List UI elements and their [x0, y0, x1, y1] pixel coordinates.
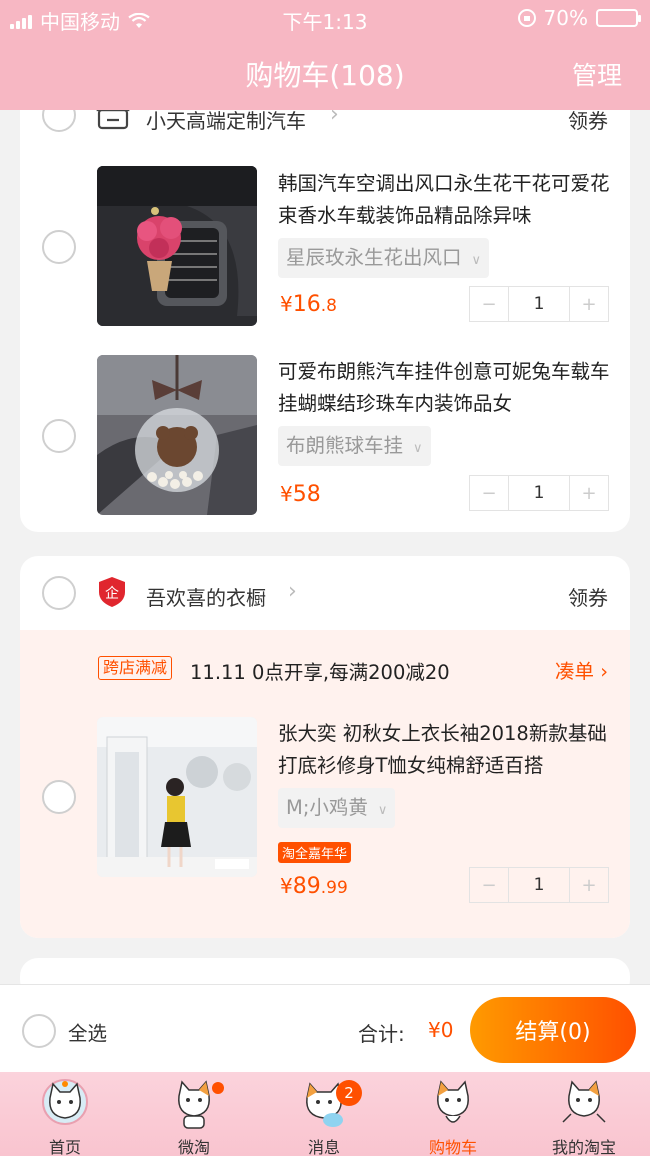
page-title: 购物车(108): [245, 59, 405, 92]
promo-text: 11.11 0点开享,每满200减20: [190, 661, 450, 684]
select-all-radio[interactable]: [22, 1014, 56, 1048]
tab-label: 首页: [48, 1138, 81, 1156]
price-decimal: .8: [320, 296, 337, 316]
item-select-radio[interactable]: [42, 780, 76, 814]
price-integer: 16: [292, 292, 321, 317]
price-integer: 89: [292, 874, 321, 899]
tab-label: 微淘: [177, 1138, 210, 1156]
status-right: 70%: [517, 6, 641, 30]
message-badge: 2: [336, 1080, 362, 1106]
price-currency: ¥: [280, 482, 293, 506]
item-select-radio[interactable]: [42, 419, 76, 453]
chevron-down-icon: ∨: [413, 441, 423, 456]
sku-label: 布朗熊球车挂: [286, 434, 404, 457]
cat-cart-icon: [428, 1076, 478, 1130]
tab-home[interactable]: 首页: [5, 1072, 125, 1156]
price-decimal: .99: [320, 878, 348, 898]
increase-button[interactable]: +: [570, 868, 608, 902]
add-items-link[interactable]: 凑单 ›: [555, 655, 608, 684]
store-select-radio[interactable]: [42, 576, 76, 610]
tab-label: 我的淘宝: [551, 1138, 616, 1156]
tab-weitao[interactable]: 微淘: [134, 1072, 254, 1156]
store-card: 小天高端定制汽车 › 领券 韩国汽车空调出风口永生花干花可爱花束香水车载装饰品精…: [20, 80, 630, 532]
tab-bar: 首页 微淘 2 消息 购物车 我的淘宝: [0, 1072, 650, 1156]
product-price: ¥58: [280, 482, 321, 507]
quantity-stepper: − 1 +: [469, 867, 609, 903]
sku-selector[interactable]: 星辰玫永生花出风口 ∨: [278, 238, 490, 278]
decrease-button[interactable]: −: [470, 476, 508, 510]
sku-selector[interactable]: 布朗熊球车挂 ∨: [278, 426, 431, 466]
status-bar: 中国移动 下午1:13 70%: [0, 0, 650, 36]
sku-label: 星辰玫永生花出风口: [286, 246, 462, 269]
promo-tag: 跨店满减: [98, 656, 173, 680]
enterprise-shield-icon: 企: [98, 576, 126, 608]
chevron-right-icon: ›: [288, 579, 297, 604]
notification-dot: [212, 1082, 224, 1094]
product-image[interactable]: [97, 717, 257, 877]
coupon-button[interactable]: 领券: [568, 582, 608, 611]
tab-cart[interactable]: 购物车: [393, 1072, 513, 1156]
battery-percent: 70%: [543, 6, 588, 30]
product-title[interactable]: 可爱布朗熊汽车挂件创意可妮兔车载车挂蝴蝶结珍珠车内装饰品女: [278, 356, 614, 420]
manage-button[interactable]: 管理: [572, 56, 622, 92]
quantity-stepper: − 1 +: [469, 286, 609, 322]
total-value: ¥0: [428, 1018, 454, 1042]
product-price: ¥16.8: [280, 292, 337, 317]
quantity-value[interactable]: 1: [508, 287, 570, 321]
quantity-stepper: − 1 +: [469, 475, 609, 511]
tab-label: 购物车: [428, 1138, 477, 1156]
chevron-down-icon: ∨: [377, 803, 388, 818]
product-title[interactable]: 张大奕 初秋女上衣长袖2018新款基础打底衫修身T恤女纯棉舒适百搭: [278, 718, 614, 782]
rotation-lock-icon: [517, 9, 536, 27]
item-select-radio[interactable]: [42, 230, 76, 264]
product-title[interactable]: 韩国汽车空调出风口永生花干花可爱花束香水车载装饰品精品除异味: [278, 168, 614, 232]
decrease-button[interactable]: −: [470, 287, 508, 321]
top-bar: 中国移动 下午1:13 70% 购物车(108) 管理: [0, 0, 650, 110]
price-integer: 58: [292, 482, 321, 507]
sku-label: M;小鸡黄: [286, 796, 368, 819]
festival-badge: 淘全嘉年华: [278, 842, 352, 863]
battery-icon: [596, 9, 641, 27]
checkout-button[interactable]: 结算(0): [470, 997, 636, 1063]
tab-messages[interactable]: 2 消息: [264, 1072, 384, 1156]
price-currency: ¥: [280, 292, 293, 316]
product-image[interactable]: [97, 355, 257, 515]
store-card: 企 吾欢喜的衣橱 › 领券 跨店满减 11.11 0点开享,每满200减20 凑…: [20, 556, 630, 938]
increase-button[interactable]: +: [570, 476, 608, 510]
increase-button[interactable]: +: [570, 287, 608, 321]
store-name[interactable]: 吾欢喜的衣橱: [146, 582, 266, 611]
cat-weitao-icon: [169, 1076, 219, 1130]
product-price: ¥89.99: [280, 874, 348, 899]
total-label: 合计:: [358, 1022, 405, 1046]
decrease-button[interactable]: −: [470, 868, 508, 902]
chevron-down-icon: ∨: [471, 253, 482, 268]
quantity-value[interactable]: 1: [508, 868, 570, 902]
cat-profile-icon: [559, 1076, 609, 1130]
sku-selector[interactable]: M;小鸡黄 ∨: [278, 788, 396, 828]
tab-my-taobao[interactable]: 我的淘宝: [524, 1072, 644, 1156]
select-all-label[interactable]: 全选: [68, 1017, 107, 1046]
cat-home-icon: [40, 1076, 90, 1130]
product-image[interactable]: [97, 166, 257, 326]
tab-label: 消息: [307, 1138, 340, 1156]
checkout-bar: 全选 合计: ¥0 结算(0): [0, 984, 650, 1072]
price-currency: ¥: [280, 874, 293, 898]
quantity-value[interactable]: 1: [508, 476, 570, 510]
svg-text:企: 企: [105, 585, 119, 602]
